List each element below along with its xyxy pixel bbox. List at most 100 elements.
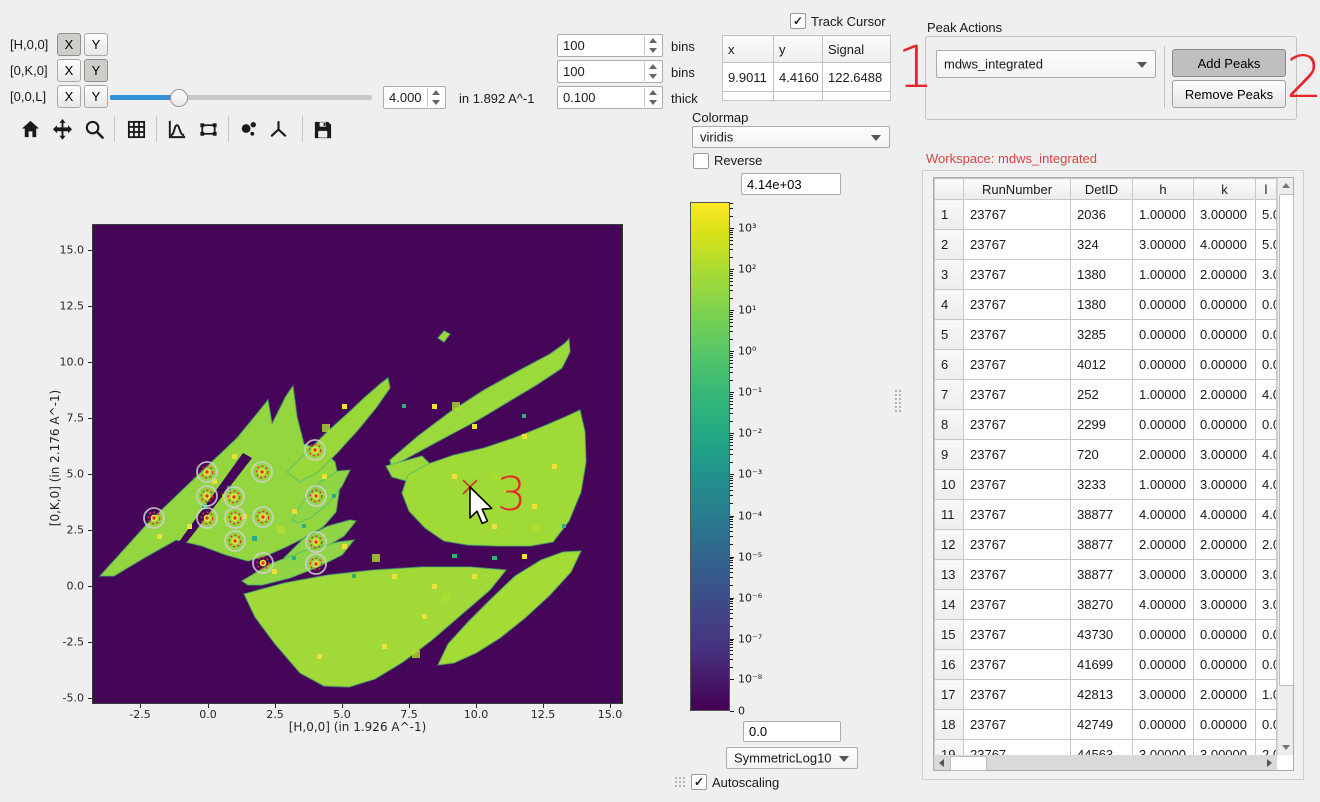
colorbar[interactable] bbox=[690, 202, 730, 711]
colorbar-tick-label: 10⁻⁸ bbox=[738, 673, 762, 686]
table-row[interactable]: 1823767427490.000000.000000.0 bbox=[935, 710, 1277, 740]
workspace-table-viewport[interactable]: RunNumberDetIDhkl 12376720361.000003.000… bbox=[934, 178, 1277, 755]
table-row[interactable]: 82376722990.000000.000000.0 bbox=[935, 410, 1277, 440]
colorbar-minor-tick bbox=[730, 298, 733, 299]
workspace-table[interactable]: RunNumberDetIDhkl 12376720361.000003.000… bbox=[934, 178, 1277, 755]
table-row[interactable]: 32376713801.000002.000003.0 bbox=[935, 260, 1277, 290]
scroll-down-icon[interactable] bbox=[1282, 745, 1290, 750]
reverse-checkbox[interactable] bbox=[693, 153, 709, 169]
y-tick-label: 5.0 bbox=[67, 468, 85, 481]
table-row[interactable]: 1923767445633.000003.000002.0 bbox=[935, 740, 1277, 756]
autoscaling-checkbox[interactable]: ✓ bbox=[691, 774, 707, 790]
peaks-overlay-icon bbox=[238, 119, 259, 140]
colorbar-minor-tick bbox=[730, 380, 733, 381]
column-header[interactable]: RunNumber bbox=[964, 179, 1071, 200]
table-row[interactable]: 1223767388772.000002.000002.0 bbox=[935, 530, 1277, 560]
scrollbar-thumb[interactable] bbox=[950, 756, 987, 771]
grid-button[interactable] bbox=[124, 116, 148, 142]
dim-label: [0,0,L] bbox=[10, 89, 46, 104]
dim-slider[interactable] bbox=[110, 89, 372, 107]
colorbar-minor-tick bbox=[730, 394, 733, 395]
pan-button[interactable] bbox=[50, 116, 74, 142]
nonorthogonal-axes-button[interactable] bbox=[266, 116, 290, 142]
colorbar-minor-tick bbox=[730, 442, 733, 443]
column-header[interactable]: k bbox=[1194, 179, 1256, 200]
column-header[interactable]: l bbox=[1256, 179, 1277, 200]
reverse-label: Reverse bbox=[714, 153, 762, 168]
splitter-handle[interactable] bbox=[675, 777, 687, 789]
chevron-down-icon bbox=[871, 135, 881, 141]
table-row[interactable]: 7237672521.000002.000004.0 bbox=[935, 380, 1277, 410]
home-button[interactable] bbox=[18, 116, 42, 142]
roi-button[interactable] bbox=[196, 116, 220, 142]
peaks-overlay-button[interactable] bbox=[236, 116, 260, 142]
table-row[interactable]: 52376732850.000000.000000.0 bbox=[935, 320, 1277, 350]
scrollbar-thumb[interactable] bbox=[1279, 194, 1294, 686]
spin-up-icon bbox=[428, 88, 444, 98]
table-row[interactable]: 2237673243.000004.000005.0 bbox=[935, 230, 1277, 260]
track-cursor-checkbox[interactable]: ✓ bbox=[790, 13, 806, 29]
colorbar-minor-tick bbox=[730, 278, 733, 279]
y-toggle[interactable]: Y bbox=[84, 33, 108, 56]
table-row[interactable]: 9237677202.000003.000004.0 bbox=[935, 440, 1277, 470]
colorbar-tick-label: 10⁻⁶ bbox=[738, 592, 762, 605]
colorbar-minor-tick bbox=[730, 275, 733, 276]
thickness-spinbox[interactable]: 0.100 bbox=[557, 86, 663, 109]
table-row[interactable]: 62376740120.000000.000000.0 bbox=[935, 350, 1277, 380]
horizontal-scrollbar[interactable] bbox=[934, 755, 1277, 770]
peaks-workspace-value: mdws_integrated bbox=[944, 57, 1043, 72]
slider-handle[interactable] bbox=[170, 89, 188, 107]
scale-combobox[interactable]: SymmetricLog10 bbox=[726, 747, 858, 769]
table-row[interactable]: 42376713800.000000.000000.0 bbox=[935, 290, 1277, 320]
scroll-right-icon[interactable] bbox=[1267, 759, 1272, 767]
slice-value-spinbox[interactable]: 4.000 bbox=[383, 86, 446, 109]
slice-viewer-plot[interactable]: 3 bbox=[92, 224, 623, 704]
add-peaks-button[interactable]: Add Peaks bbox=[1172, 49, 1286, 77]
x-toggle[interactable]: X bbox=[57, 59, 81, 82]
colorbar-min-input[interactable] bbox=[743, 721, 841, 742]
line-plots-button[interactable] bbox=[164, 116, 188, 142]
colorbar-minor-tick bbox=[730, 404, 733, 405]
x-bins-spinbox[interactable]: 100 bbox=[557, 34, 663, 57]
splitter-handle[interactable] bbox=[895, 390, 903, 414]
table-row[interactable]: 1623767416990.000000.000000.0 bbox=[935, 650, 1277, 680]
colorbar-minor-tick bbox=[730, 495, 733, 496]
y-toggle[interactable]: Y bbox=[84, 59, 108, 82]
table-row[interactable]: 1523767437300.000000.000000.0 bbox=[935, 620, 1277, 650]
table-row[interactable]: 1423767382704.000003.000003.0 bbox=[935, 590, 1277, 620]
colormap-combobox[interactable]: viridis bbox=[692, 126, 890, 148]
colorbar-tick-mark bbox=[730, 474, 734, 475]
x-toggle[interactable]: X bbox=[57, 85, 81, 108]
y-bins-spinbox[interactable]: 100 bbox=[557, 60, 663, 83]
table-row[interactable]: 102376732331.000003.000004.0 bbox=[935, 470, 1277, 500]
table-row[interactable]: 12376720361.000003.000005.0 bbox=[935, 200, 1277, 230]
nonorthogonal-axes-icon bbox=[268, 119, 289, 140]
home-icon bbox=[20, 119, 41, 140]
colorbar-minor-tick bbox=[730, 249, 733, 250]
y-toggle[interactable]: Y bbox=[84, 85, 108, 108]
save-button[interactable] bbox=[310, 116, 334, 142]
peaks-workspace-combobox[interactable]: mdws_integrated bbox=[936, 50, 1156, 78]
colorbar-max-input[interactable] bbox=[741, 173, 841, 195]
zoom-button[interactable] bbox=[82, 116, 106, 142]
column-header[interactable]: h bbox=[1133, 179, 1194, 200]
scroll-left-icon[interactable] bbox=[939, 759, 944, 767]
y-tick-label: 7.5 bbox=[67, 412, 85, 425]
colorbar-minor-tick bbox=[730, 603, 733, 604]
table-row[interactable]: 1323767388773.000003.000003.0 bbox=[935, 560, 1277, 590]
colorbar-minor-tick bbox=[730, 437, 733, 438]
x-bins-value: 100 bbox=[563, 38, 585, 53]
vertical-scrollbar[interactable] bbox=[1277, 178, 1293, 755]
colorbar-minor-tick bbox=[730, 626, 733, 627]
colorbar-minor-tick bbox=[730, 558, 733, 559]
x-toggle[interactable]: X bbox=[57, 33, 81, 56]
table-row[interactable]: 1123767388774.000004.000004.0 bbox=[935, 500, 1277, 530]
column-header[interactable]: DetID bbox=[1071, 179, 1133, 200]
colorbar-tick-label: 10⁻⁴ bbox=[738, 510, 762, 523]
cursor-signal-value: 122.6488 bbox=[823, 63, 891, 92]
colorbar-minor-tick bbox=[730, 355, 733, 356]
table-row[interactable]: 1723767428133.000002.000001.0 bbox=[935, 680, 1277, 710]
y-tick-mark bbox=[88, 530, 92, 531]
scroll-up-icon[interactable] bbox=[1282, 183, 1290, 188]
remove-peaks-button[interactable]: Remove Peaks bbox=[1172, 80, 1286, 108]
